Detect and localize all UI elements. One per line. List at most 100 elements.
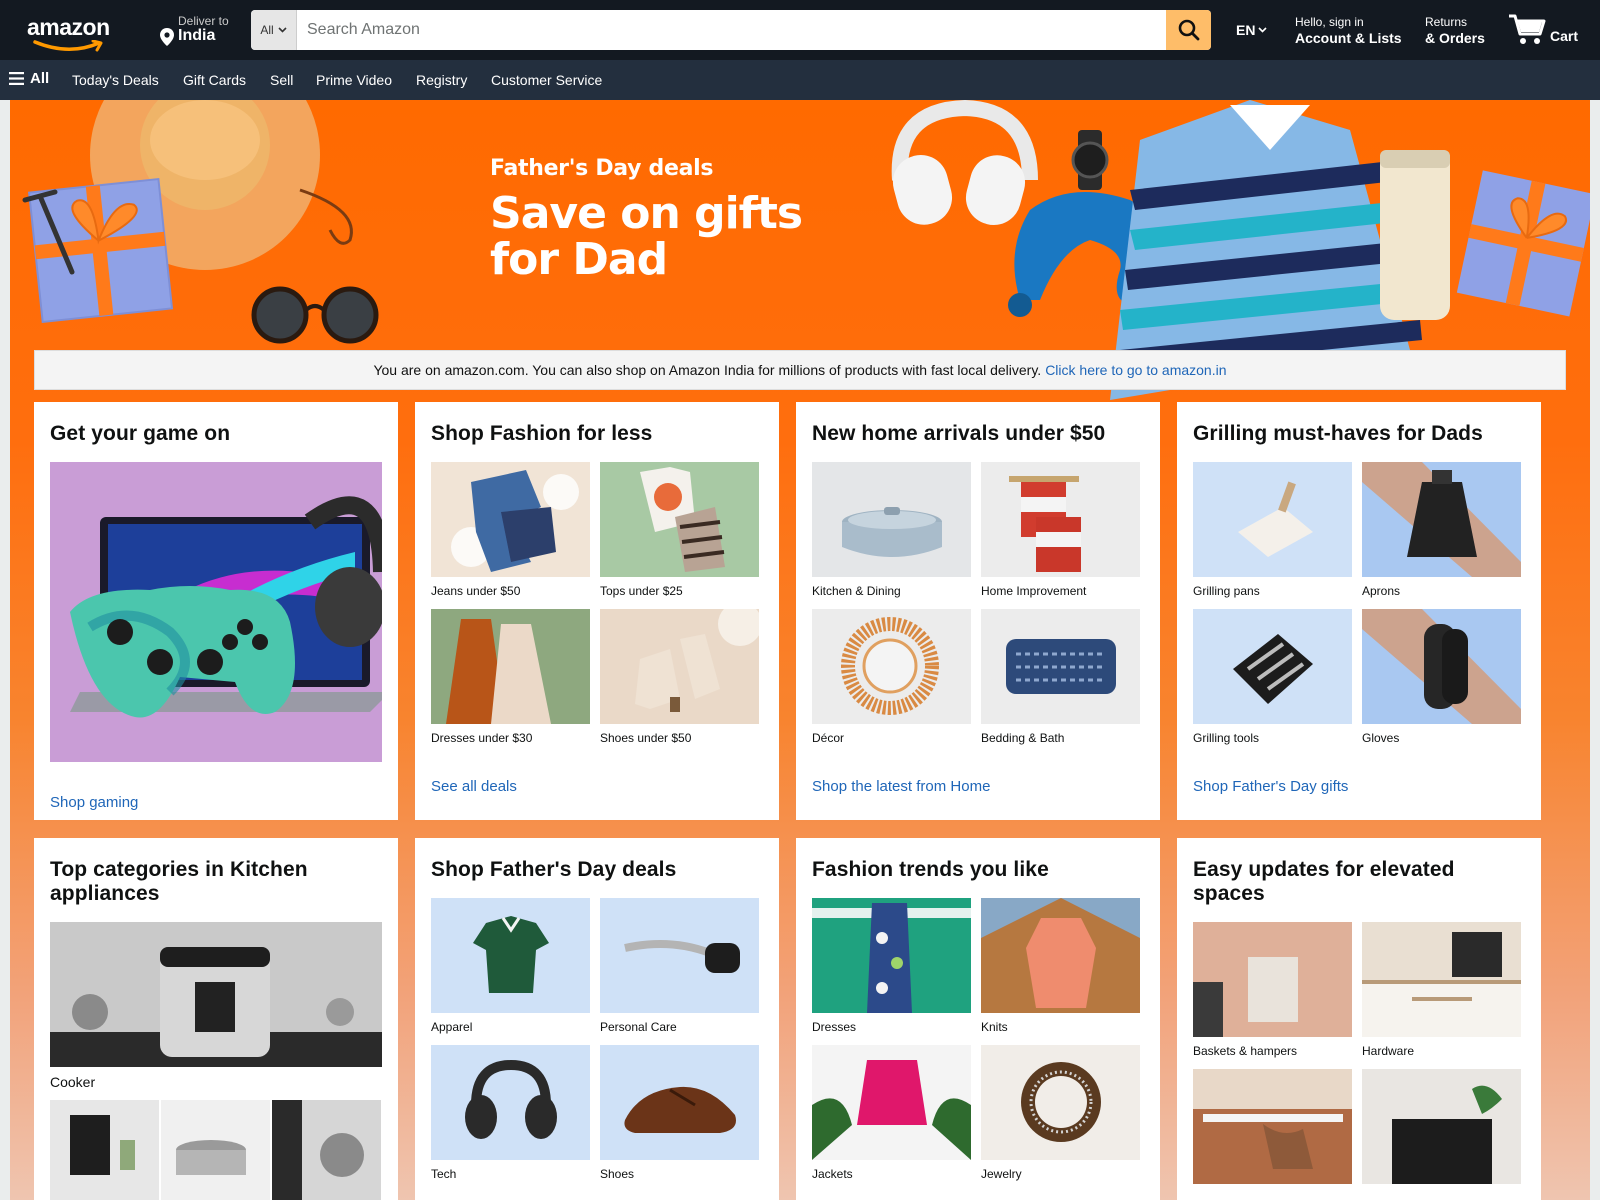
tile-shoes-mens[interactable]: Shoes bbox=[600, 1045, 759, 1181]
all-menu-label: All bbox=[30, 70, 50, 87]
tile-cabinet[interactable] bbox=[1362, 1069, 1521, 1184]
tile-jeans[interactable]: Jeans under $50 bbox=[431, 462, 590, 598]
tile-caption: Baskets & hampers bbox=[1193, 1044, 1298, 1058]
shop-fathers-day-gifts-link[interactable]: Shop Father's Day gifts bbox=[1193, 778, 1348, 795]
personal-care-image bbox=[600, 898, 759, 1013]
tile-decor[interactable]: Décor bbox=[812, 609, 971, 745]
tile-bedding-bath[interactable]: Bedding & Bath bbox=[981, 609, 1140, 745]
logo-text: amazon bbox=[27, 14, 110, 40]
search-bar: All bbox=[251, 10, 1211, 50]
chevron-down-icon bbox=[1258, 27, 1268, 33]
tile-apparel[interactable]: Apparel bbox=[431, 898, 590, 1034]
shop-gaming-link[interactable]: Shop gaming bbox=[50, 794, 138, 811]
tile-caption: Tops under $25 bbox=[600, 584, 683, 598]
amazon-india-link[interactable]: Click here to go to amazon.in bbox=[1045, 362, 1226, 378]
hero-banner: Father's Day deals Save on gifts for Dad… bbox=[10, 100, 1590, 1200]
card-gaming: Get your game on Shop gaming bbox=[34, 402, 398, 820]
tile-knits[interactable]: Knits bbox=[981, 898, 1140, 1034]
search-category-select[interactable]: All bbox=[251, 10, 297, 50]
all-menu-button[interactable]: All bbox=[9, 70, 49, 87]
cart-button[interactable]: Cart bbox=[1508, 10, 1593, 50]
tile-hardware[interactable]: Hardware bbox=[1362, 922, 1521, 1058]
tile-baskets-hampers[interactable]: Baskets & hampers bbox=[1193, 922, 1352, 1058]
deliver-location: India bbox=[178, 27, 216, 44]
search-input[interactable] bbox=[297, 10, 1163, 50]
kitchen-thumb-row[interactable] bbox=[50, 1100, 382, 1200]
nav-todays-deals[interactable]: Today's Deals bbox=[72, 72, 159, 88]
tile-shoes[interactable]: Shoes under $50 bbox=[600, 609, 759, 745]
cart-label: Cart bbox=[1550, 28, 1579, 44]
cooker-image[interactable] bbox=[50, 922, 382, 1067]
card-kitchen-appliances: Top categories in Kitchen appliances Coo… bbox=[34, 838, 398, 1200]
tile-grilling-pans[interactable]: Grilling pans bbox=[1193, 462, 1352, 598]
tile-gloves[interactable]: Gloves bbox=[1362, 609, 1521, 745]
gaming-controller-image bbox=[50, 462, 382, 762]
tile-caption: Dresses under $30 bbox=[431, 731, 533, 745]
gloves-image bbox=[1362, 609, 1521, 724]
tile-caption: Dresses bbox=[812, 1020, 857, 1034]
language-selector[interactable]: EN bbox=[1236, 22, 1268, 38]
nav-registry[interactable]: Registry bbox=[416, 72, 467, 88]
location-pin-icon bbox=[160, 28, 174, 46]
dresses-image bbox=[431, 609, 590, 724]
tile-trend-dresses[interactable]: Dresses bbox=[812, 898, 971, 1034]
tile-tops[interactable]: Tops under $25 bbox=[600, 462, 759, 598]
nav-customer-service[interactable]: Customer Service bbox=[491, 72, 602, 88]
tile-caption: Cooker bbox=[50, 1074, 96, 1090]
shoes-image bbox=[600, 609, 759, 724]
tile-caption: Gloves bbox=[1362, 731, 1400, 745]
jeans-image bbox=[431, 462, 590, 577]
tile-caption: Home Improvement bbox=[981, 584, 1087, 598]
aprons-image bbox=[1362, 462, 1521, 577]
trend-dresses-image bbox=[812, 898, 971, 1013]
search-icon bbox=[1178, 19, 1199, 41]
hero-subtitle: Father's Day deals bbox=[490, 156, 714, 181]
deliver-label: Deliver to bbox=[178, 14, 229, 28]
account-label: Account & Lists bbox=[1295, 30, 1402, 46]
orders-label: & Orders bbox=[1425, 30, 1485, 46]
gaming-image[interactable] bbox=[50, 462, 382, 762]
apparel-image bbox=[431, 898, 590, 1013]
returns-label: Returns bbox=[1425, 15, 1468, 29]
logo-smile-icon bbox=[33, 40, 103, 52]
decor-image bbox=[812, 609, 971, 724]
desk-image bbox=[1193, 1069, 1352, 1184]
search-button[interactable] bbox=[1166, 10, 1211, 50]
bedding-bath-image bbox=[981, 609, 1140, 724]
card-title: New home arrivals under $50 bbox=[812, 422, 1106, 445]
tile-personal-care[interactable]: Personal Care bbox=[600, 898, 759, 1034]
nav-sell[interactable]: Sell bbox=[270, 72, 293, 88]
tile-jackets[interactable]: Jackets bbox=[812, 1045, 971, 1181]
amazon-logo[interactable]: amazon bbox=[27, 14, 115, 52]
card-title: Easy updates for elevated spaces bbox=[1193, 858, 1455, 905]
tile-caption: Apparel bbox=[431, 1020, 473, 1034]
tile-aprons[interactable]: Aprons bbox=[1362, 462, 1521, 598]
hero-text[interactable]: Father's Day deals Save on gifts for Dad bbox=[490, 156, 820, 283]
nav-prime-video[interactable]: Prime Video bbox=[316, 72, 392, 88]
tile-kitchen-dining[interactable]: Kitchen & Dining bbox=[812, 462, 971, 598]
tile-home-improvement[interactable]: Home Improvement bbox=[981, 462, 1140, 598]
search-category-label: All bbox=[260, 23, 274, 37]
tile-grilling-tools[interactable]: Grilling tools bbox=[1193, 609, 1352, 745]
hero-title: Save on gifts for Dad bbox=[490, 188, 803, 285]
account-lists[interactable]: Hello, sign in Account & Lists bbox=[1295, 15, 1402, 46]
grilling-tools-image bbox=[1193, 609, 1352, 724]
tile-caption: Tech bbox=[431, 1167, 457, 1181]
card-fathers-day-deals: Shop Father's Day deals Apparel Personal… bbox=[415, 838, 779, 1200]
tile-caption: Shoes under $50 bbox=[600, 731, 692, 745]
tile-jewelry[interactable]: Jewelry bbox=[981, 1045, 1140, 1181]
tile-caption: Grilling pans bbox=[1193, 584, 1260, 598]
account-greeting: Hello, sign in bbox=[1295, 15, 1364, 29]
tile-dresses[interactable]: Dresses under $30 bbox=[431, 609, 590, 745]
returns-orders[interactable]: Returns & Orders bbox=[1425, 15, 1485, 46]
card-title: Shop Father's Day deals bbox=[431, 858, 677, 881]
tile-tech[interactable]: Tech bbox=[431, 1045, 590, 1181]
card-fashion: Shop Fashion for less Jeans under $50 To… bbox=[415, 402, 779, 820]
tile-desk[interactable] bbox=[1193, 1069, 1352, 1184]
see-all-deals-link[interactable]: See all deals bbox=[431, 778, 517, 795]
card-title: Get your game on bbox=[50, 422, 231, 445]
jackets-image bbox=[812, 1045, 971, 1160]
region-notice-text: You are on amazon.com. You can also shop… bbox=[373, 362, 1042, 378]
nav-gift-cards[interactable]: Gift Cards bbox=[183, 72, 246, 88]
shop-latest-home-link[interactable]: Shop the latest from Home bbox=[812, 778, 990, 795]
